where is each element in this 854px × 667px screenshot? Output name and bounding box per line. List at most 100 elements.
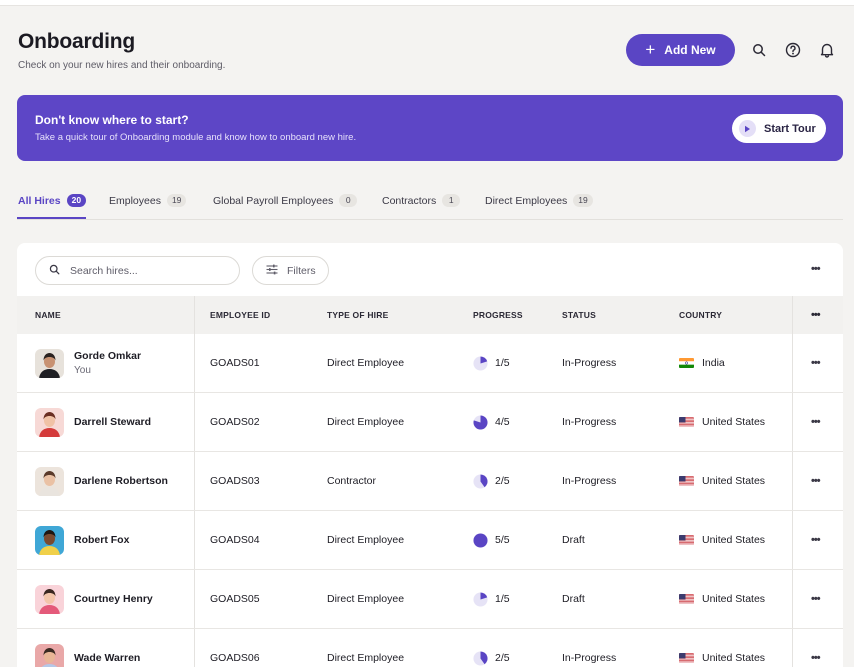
row-options-button[interactable]: ••• [811, 452, 821, 510]
table-options-button[interactable]: ••• [811, 263, 821, 275]
row-options-button[interactable]: ••• [811, 629, 821, 667]
hire-type: Direct Employee [327, 416, 405, 428]
tab-all-hires[interactable]: All Hires 20 [18, 194, 87, 207]
avatar [35, 644, 64, 667]
progress-pie-icon [473, 591, 488, 607]
progress-label: 4/5 [495, 416, 510, 428]
country-cell: United States [679, 511, 765, 569]
employee-name: Darrell Steward [74, 416, 152, 428]
column-header-country: COUNTRY [679, 310, 723, 320]
hire-type: Direct Employee [327, 652, 405, 664]
hire-type: Direct Employee [327, 593, 405, 605]
page-title: Onboarding [18, 30, 135, 53]
country-name: United States [702, 534, 766, 546]
us-flag-icon [679, 653, 694, 663]
help-icon[interactable] [783, 40, 803, 60]
progress-pie-icon [473, 414, 488, 430]
table-row[interactable]: Darlene Robertson GOADS03 Contractor 2/5 In-… [17, 452, 843, 511]
bell-icon[interactable] [817, 40, 837, 60]
hire-type: Contractor [327, 475, 377, 487]
progress-cell: 5/5 [473, 511, 510, 569]
hire-tabs: All Hires 20 Employees 19 Global Payroll… [17, 192, 843, 220]
progress-pie-icon [473, 532, 488, 548]
table-row[interactable]: Courtney Henry GOADS05 Direct Employee 1/5 D… [17, 570, 843, 629]
tab-employees[interactable]: Employees 19 [109, 194, 187, 207]
avatar [35, 467, 64, 496]
progress-cell: 2/5 [473, 452, 510, 510]
row-options-button[interactable]: ••• [811, 511, 821, 569]
filter-sliders-icon [266, 264, 278, 278]
tab-global-payroll-employees[interactable]: Global Payroll Employees 0 [213, 194, 358, 207]
progress-pie-icon [473, 473, 488, 489]
row-options-button[interactable]: ••• [811, 570, 821, 628]
row-options-button[interactable]: ••• [811, 393, 821, 451]
status-label: In-Progress [562, 475, 617, 487]
column-header-progress: PROGRESS [473, 310, 523, 320]
banner-subtitle: Take a quick tour of Onboarding module a… [35, 132, 357, 143]
progress-label: 1/5 [495, 593, 510, 605]
table-row[interactable]: Robert Fox GOADS04 Direct Employee 5/5 Draft… [17, 511, 843, 570]
country-cell: United States [679, 452, 765, 510]
top-edge [0, 0, 854, 6]
country-cell: United States [679, 393, 765, 451]
banner-title: Don't know where to start? [35, 113, 189, 127]
table-row[interactable]: Darrell Steward GOADS02 Direct Employee 4/5… [17, 393, 843, 452]
tab-label: Contractors [382, 194, 437, 207]
tab-direct-employees[interactable]: Direct Employees 19 [485, 194, 593, 207]
name-cell: Gorde Omkar You [74, 334, 141, 392]
country-cell: United States [679, 629, 765, 667]
start-tour-label: Start Tour [764, 122, 816, 135]
employee-id: GOADS01 [210, 357, 260, 369]
country-name: India [702, 357, 725, 369]
us-flag-icon [679, 594, 694, 604]
tour-banner: Don't know where to start? Take a quick … [17, 95, 843, 161]
country-cell: India [679, 334, 725, 392]
status-label: In-Progress [562, 652, 617, 664]
employee-id: GOADS03 [210, 475, 260, 487]
current-user-tag: You [74, 365, 91, 376]
search-input[interactable] [70, 264, 220, 277]
page-subtitle: Check on your new hires and their onboar… [18, 60, 226, 71]
start-tour-button[interactable]: Start Tour [732, 114, 826, 143]
search-field[interactable] [35, 256, 240, 285]
name-cell: Darrell Steward [74, 393, 151, 451]
employee-name: Wade Warren [74, 652, 141, 664]
progress-pie-icon [473, 355, 488, 371]
play-icon [739, 120, 756, 137]
country-name: United States [702, 416, 766, 428]
hire-type: Direct Employee [327, 357, 405, 369]
plus-icon: + [645, 39, 656, 59]
tab-count-badge: 0 [339, 194, 358, 207]
avatar [35, 585, 64, 614]
add-new-button[interactable]: + Add New [626, 34, 735, 66]
table-row[interactable]: Wade Warren GOADS06 Direct Employee 2/5 In-P… [17, 629, 843, 667]
employee-id: GOADS02 [210, 416, 260, 428]
progress-pie-icon [473, 650, 488, 666]
name-cell: Wade Warren [74, 629, 140, 667]
employee-name: Robert Fox [74, 534, 130, 546]
active-tab-indicator [17, 217, 86, 219]
tab-count-badge: 19 [166, 194, 187, 207]
filters-label: Filters [287, 264, 316, 277]
table-header: NAME EMPLOYEE ID TYPE OF HIRE PROGRESS S… [17, 296, 843, 334]
filters-button[interactable]: Filters [252, 256, 329, 285]
employee-name: Gorde Omkar [74, 350, 142, 362]
table-row[interactable]: Gorde Omkar You GOADS01 Direct Employee 1/5 I… [17, 334, 843, 393]
status-label: Draft [562, 534, 585, 546]
progress-cell: 4/5 [473, 393, 510, 451]
row-options-button[interactable]: ••• [811, 334, 821, 392]
status-label: In-Progress [562, 357, 617, 369]
tab-contractors[interactable]: Contractors 1 [382, 194, 461, 207]
india-flag-icon [679, 358, 694, 368]
name-cell: Robert Fox [74, 511, 129, 569]
progress-cell: 1/5 [473, 570, 510, 628]
status-label: In-Progress [562, 416, 617, 428]
country-name: United States [702, 475, 766, 487]
tab-label: Employees [109, 194, 161, 207]
progress-cell: 1/5 [473, 334, 510, 392]
column-options-button[interactable]: ••• [811, 296, 821, 334]
search-icon[interactable] [749, 40, 769, 60]
progress-label: 1/5 [495, 357, 510, 369]
tab-count-badge: 19 [573, 194, 593, 207]
avatar [35, 526, 64, 555]
